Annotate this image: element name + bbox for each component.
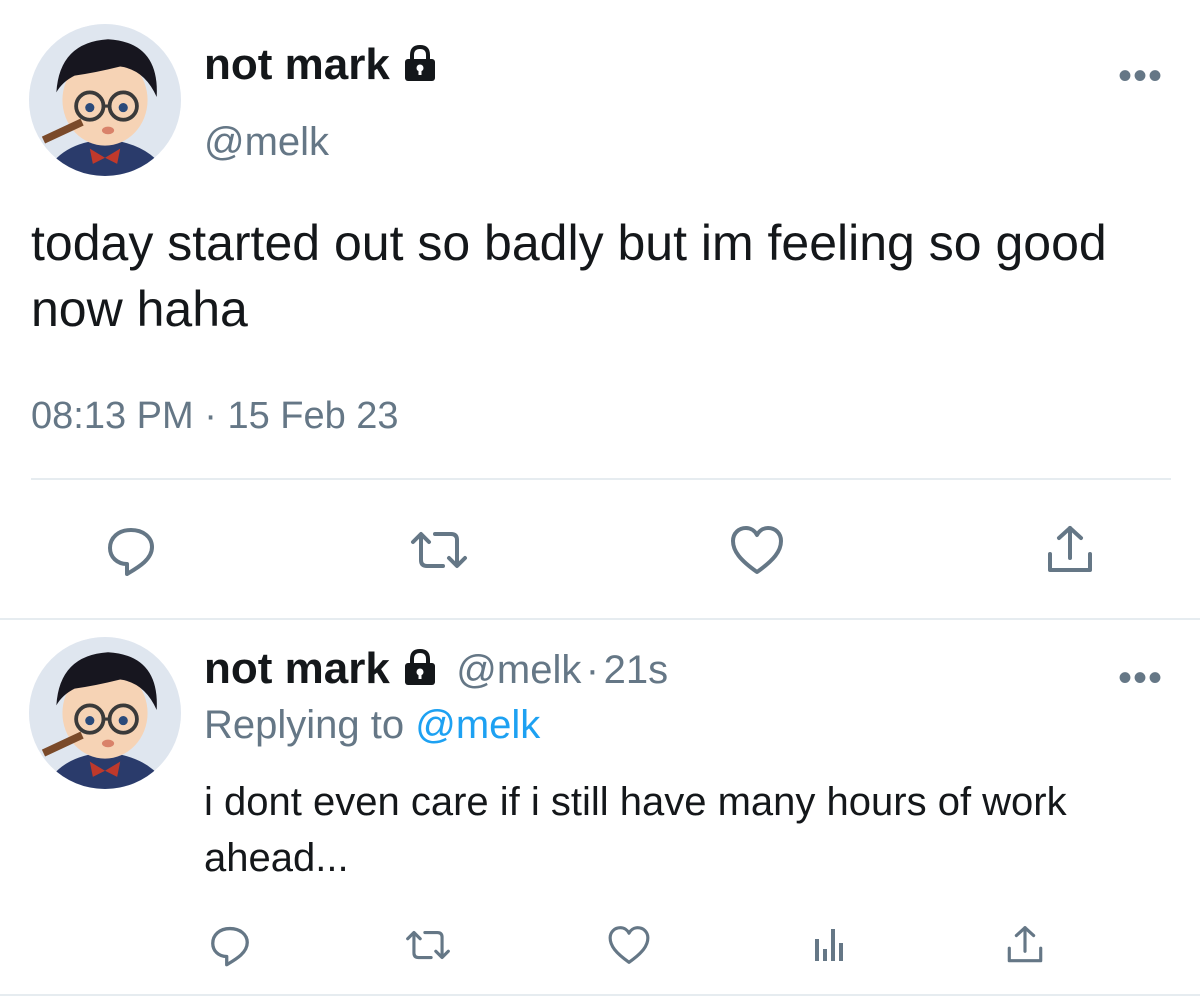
handle[interactable]: @melk xyxy=(204,120,329,165)
analytics-button[interactable] xyxy=(803,920,853,970)
lock-icon xyxy=(400,43,440,94)
share-button[interactable] xyxy=(1000,920,1050,970)
avatar[interactable] xyxy=(29,24,181,176)
retweet-icon xyxy=(411,532,467,568)
reply-button[interactable] xyxy=(96,515,166,585)
heart-icon xyxy=(608,926,650,964)
separator: · xyxy=(585,648,600,692)
replying-to-label: Replying to xyxy=(204,703,405,747)
divider xyxy=(0,618,1200,620)
retweet-button[interactable] xyxy=(403,920,453,970)
reply-age[interactable]: 21s xyxy=(604,648,669,692)
share-icon xyxy=(1048,526,1092,572)
share-icon xyxy=(1007,926,1043,963)
reply-icon xyxy=(211,926,249,967)
avatar-image xyxy=(29,637,181,789)
reply-header: not mark @melk · 21s xyxy=(204,644,668,694)
avatar[interactable] xyxy=(29,637,181,789)
tweet-time: 08:13 PM xyxy=(31,395,194,437)
handle[interactable]: @melk xyxy=(456,648,581,692)
more-options-button[interactable]: ••• xyxy=(1118,56,1163,96)
display-name-text: not mark xyxy=(204,40,390,89)
separator: · xyxy=(204,395,217,437)
reply-text: i dont even care if i still have many ho… xyxy=(204,780,1067,880)
replying-to-handle-link[interactable]: @melk xyxy=(415,703,540,747)
like-button[interactable] xyxy=(722,515,792,585)
share-button[interactable] xyxy=(1035,515,1105,585)
like-button[interactable] xyxy=(604,920,654,970)
analytics-icon xyxy=(815,929,843,961)
avatar-image xyxy=(29,24,181,176)
divider xyxy=(0,994,1200,996)
replying-to: Replying to @melk xyxy=(204,703,540,748)
reply-button[interactable] xyxy=(205,920,255,970)
retweet-button[interactable] xyxy=(404,515,474,585)
divider xyxy=(31,478,1171,480)
tweet-text: today started out so badly but im feelin… xyxy=(31,215,1107,337)
lock-icon xyxy=(400,647,440,692)
more-options-button[interactable]: ••• xyxy=(1118,658,1163,698)
display-name[interactable]: not mark xyxy=(204,644,390,693)
display-name[interactable]: not mark xyxy=(204,40,440,94)
tweet-timestamp[interactable]: 08:13 PM · 15 Feb 23 xyxy=(31,395,399,438)
tweet-date: 15 Feb 23 xyxy=(227,395,399,437)
retweet-icon xyxy=(406,930,450,960)
heart-icon xyxy=(731,526,783,574)
reply-icon xyxy=(108,528,154,576)
